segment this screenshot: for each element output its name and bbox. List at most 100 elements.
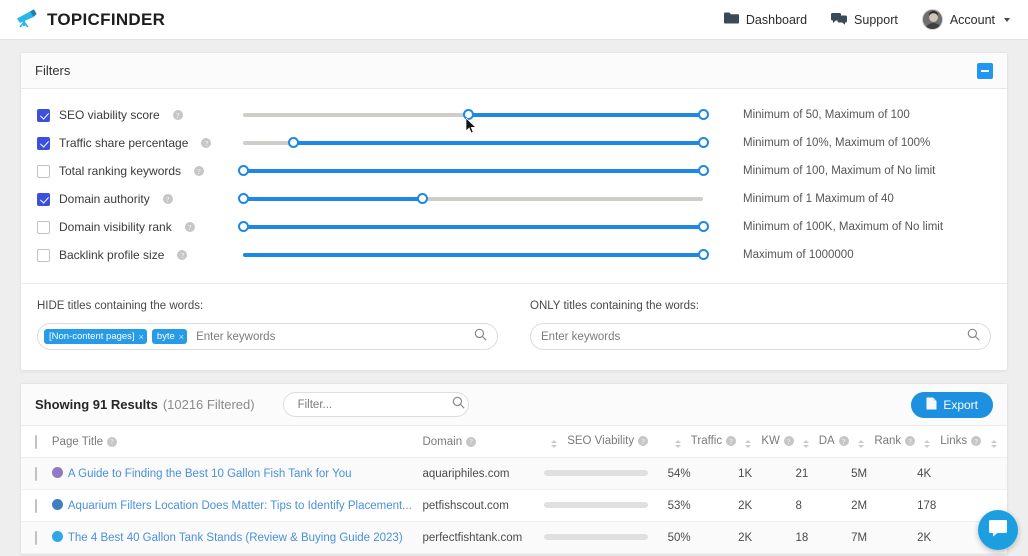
help-icon[interactable]: ? xyxy=(838,436,849,446)
slider-min-handle[interactable] xyxy=(237,165,249,176)
row-title-link[interactable]: A Guide to Finding the Best 10 Gallon Fi… xyxy=(68,468,352,480)
help-icon[interactable]: ? xyxy=(971,436,982,446)
column-rank[interactable]: Rank? xyxy=(851,426,918,458)
hide-keywords-label: HIDE titles containing the words: xyxy=(37,300,204,312)
help-icon[interactable]: ? xyxy=(177,250,188,260)
slider-max-handle[interactable] xyxy=(697,221,709,232)
nav-account[interactable]: Account xyxy=(921,9,1010,30)
filter-range-slider[interactable] xyxy=(243,106,709,124)
help-icon[interactable]: ? xyxy=(172,110,183,120)
filters-title: Filters xyxy=(35,63,71,78)
filter-checkbox[interactable] xyxy=(37,248,50,262)
slider-min-handle[interactable] xyxy=(288,137,300,148)
row-da: 5M xyxy=(851,457,918,490)
row-title-link[interactable]: Aquarium Filters Location Does Matter: T… xyxy=(68,500,412,512)
column-traffic[interactable]: Traffic? xyxy=(667,426,739,458)
slider-max-handle[interactable] xyxy=(697,109,709,120)
row-rank: 4K xyxy=(917,457,1007,490)
sort-icon[interactable] xyxy=(745,440,752,448)
column-seo-viability[interactable]: SEO Viability? xyxy=(544,426,668,458)
brand-logo[interactable]: TOPICFINDER xyxy=(14,6,165,33)
sort-icon[interactable] xyxy=(802,440,809,448)
help-icon[interactable]: ? xyxy=(162,194,173,204)
help-icon[interactable]: ? xyxy=(201,138,212,148)
results-filter-input[interactable] xyxy=(293,398,452,411)
help-icon[interactable]: ? xyxy=(905,436,916,446)
only-keywords-input[interactable] xyxy=(537,330,962,343)
hide-keywords-input[interactable] xyxy=(192,330,469,343)
row-kw: 8 xyxy=(795,489,852,522)
filter-range-slider[interactable] xyxy=(243,134,709,152)
sort-icon[interactable] xyxy=(674,440,681,448)
filter-label: Backlink profile size xyxy=(59,248,165,262)
filter-checkbox[interactable] xyxy=(37,164,50,178)
column-da[interactable]: DA? xyxy=(795,426,852,458)
filters-card-header: Filters xyxy=(21,53,1007,89)
remove-tag-icon[interactable]: × xyxy=(179,332,184,342)
column-kw[interactable]: KW? xyxy=(738,426,796,458)
slider-min-handle[interactable] xyxy=(462,109,474,120)
chat-widget-button[interactable] xyxy=(978,510,1018,550)
filter-range-slider[interactable] xyxy=(237,218,709,236)
top-header: TOPICFINDER Dashboard Support Account xyxy=(0,0,1028,40)
help-icon[interactable]: ? xyxy=(638,436,649,446)
row-da: 2M xyxy=(851,489,918,522)
slider-min-handle[interactable] xyxy=(237,193,249,204)
filter-row: Traffic share percentage? Minimum of 10%,… xyxy=(21,129,1007,157)
slider-max-handle[interactable] xyxy=(697,249,709,260)
slider-min-handle[interactable] xyxy=(237,221,249,232)
slider-max-handle[interactable] xyxy=(697,165,709,176)
sort-icon[interactable] xyxy=(551,440,557,448)
search-icon[interactable] xyxy=(474,328,487,346)
filter-range-slider[interactable] xyxy=(243,246,709,264)
slider-fill xyxy=(243,225,703,229)
filter-checkbox[interactable] xyxy=(37,192,50,206)
help-icon[interactable]: ? xyxy=(194,166,205,176)
only-keywords-field[interactable] xyxy=(530,323,991,350)
nav-support[interactable]: Support xyxy=(831,12,898,28)
row-checkbox[interactable] xyxy=(35,530,37,545)
remove-tag-icon[interactable]: × xyxy=(139,332,144,342)
filter-checkbox[interactable] xyxy=(37,108,50,122)
column-page-title[interactable]: Page Title? xyxy=(51,426,423,458)
filter-checkbox[interactable] xyxy=(37,136,50,150)
keyword-tag[interactable]: [Non-content pages] × xyxy=(44,329,147,344)
sort-icon[interactable] xyxy=(858,440,865,448)
help-icon[interactable]: ? xyxy=(107,436,118,447)
help-icon[interactable]: ? xyxy=(466,436,477,447)
filter-row-name: Domain visibility rank? xyxy=(37,220,243,234)
slider-fill xyxy=(243,253,703,257)
slider-max-handle[interactable] xyxy=(416,193,428,204)
table-row[interactable]: Aquarium Filters Location Does Matter: T… xyxy=(21,489,1007,522)
column-domain[interactable]: Domain? xyxy=(422,426,544,458)
table-row[interactable]: The 4 Best 40 Gallon Tank Stands (Review… xyxy=(21,521,1007,554)
select-all-checkbox[interactable] xyxy=(35,434,37,449)
row-checkbox[interactable] xyxy=(35,466,37,481)
seo-viability-bar xyxy=(544,470,648,477)
filter-range-slider[interactable] xyxy=(237,190,703,208)
favicon-icon xyxy=(51,531,63,542)
search-icon[interactable] xyxy=(967,328,980,346)
nav-dashboard[interactable]: Dashboard xyxy=(723,12,807,27)
hide-keywords-field[interactable]: [Non-content pages] × byte × xyxy=(37,323,498,350)
filter-range-slider[interactable] xyxy=(237,162,709,180)
help-icon[interactable]: ? xyxy=(726,436,737,446)
sort-icon[interactable] xyxy=(924,440,931,448)
keyword-tag[interactable]: byte × xyxy=(151,329,188,344)
filter-checkbox[interactable] xyxy=(37,220,50,234)
row-title-link[interactable]: The 4 Best 40 Gallon Tank Stands (Review… xyxy=(68,532,403,544)
row-checkbox[interactable] xyxy=(35,498,37,513)
slider-max-handle[interactable] xyxy=(697,137,709,148)
row-traffic: 2K xyxy=(738,521,796,554)
help-icon[interactable]: ? xyxy=(184,222,195,232)
table-row[interactable]: A Guide to Finding the Best 10 Gallon Fi… xyxy=(21,457,1007,490)
search-icon[interactable] xyxy=(452,396,465,414)
results-header: Showing 91 Results (10216 Filtered) Expo… xyxy=(21,384,1007,426)
sort-icon[interactable] xyxy=(991,440,998,448)
filter-row: Total ranking keywords? Minimum of 100, M… xyxy=(21,157,1007,185)
column-links[interactable]: Links? xyxy=(917,426,1007,458)
collapse-filters-button[interactable] xyxy=(977,62,993,79)
results-filter-box[interactable] xyxy=(282,392,469,417)
export-button[interactable]: Export xyxy=(911,391,993,418)
help-icon[interactable]: ? xyxy=(783,436,794,446)
